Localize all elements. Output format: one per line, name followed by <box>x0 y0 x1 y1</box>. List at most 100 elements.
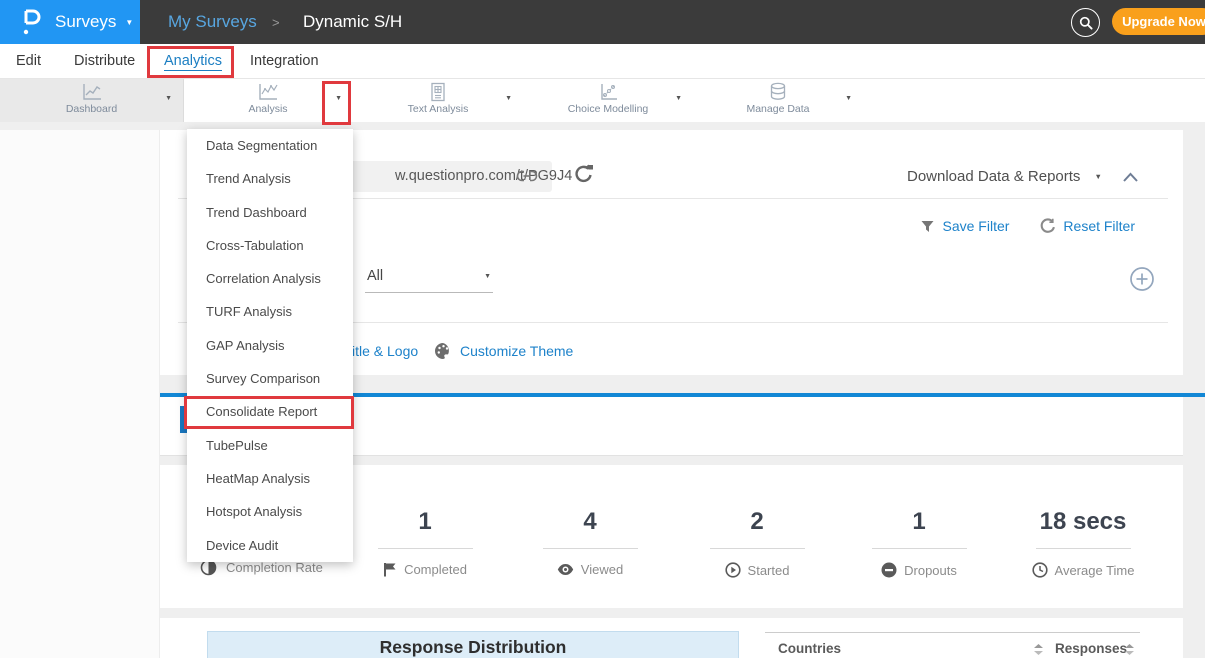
divider <box>543 548 638 549</box>
left-gutter <box>0 130 160 658</box>
stat-average-time-label: Average Time <box>1055 563 1135 578</box>
stat-dropouts-value: 1 <box>849 507 989 537</box>
reset-filter-button[interactable]: Reset Filter <box>1039 218 1135 234</box>
breadcrumb-separator: > <box>272 0 280 44</box>
divider <box>378 548 473 549</box>
menu-item-turf-analysis[interactable]: TURF Analysis <box>187 295 353 328</box>
surveys-product-switcher[interactable]: Surveys ▼ <box>0 0 140 44</box>
upgrade-now-button[interactable]: Upgrade Now <box>1112 8 1205 35</box>
reset-icon <box>1039 218 1055 234</box>
menu-item-data-segmentation[interactable]: Data Segmentation <box>187 129 353 162</box>
toolbar-text-analysis-label: Text Analysis <box>353 103 523 115</box>
toolbar-analysis[interactable]: Analysis ▼ <box>183 79 353 122</box>
palette-icon <box>434 342 453 360</box>
response-distribution-header: Response Distribution <box>207 631 739 658</box>
edit-title-logo-link[interactable]: itle & Logo <box>352 343 418 359</box>
download-data-reports-label: Download Data & Reports <box>907 168 1080 185</box>
stat-completed-label: Completed <box>404 562 467 577</box>
menu-item-cross-tabulation[interactable]: Cross-Tabulation <box>187 229 353 262</box>
tab-analytics[interactable]: Analytics <box>164 53 222 71</box>
chevron-down-icon: ▼ <box>125 18 133 27</box>
play-circle-icon <box>725 562 741 578</box>
chevron-down-icon[interactable]: ▼ <box>845 95 852 102</box>
chevron-down-icon: ▼ <box>484 273 491 280</box>
stat-dropouts-label: Dropouts <box>904 563 957 578</box>
completion-rate-label: Completion Rate <box>226 560 323 575</box>
stat-started-label: Started <box>748 563 790 578</box>
eye-icon <box>557 563 574 576</box>
toolbar-manage-data[interactable]: Manage Data ▼ <box>693 79 863 122</box>
responses-column-header[interactable]: Responses <box>1055 641 1127 656</box>
menu-item-heatmap-analysis[interactable]: HeatMap Analysis <box>187 462 353 495</box>
stat-viewed: 4 Viewed <box>520 507 660 577</box>
toolbar-choice-modelling[interactable]: Choice Modelling ▼ <box>523 79 693 122</box>
stat-started: 2 Started <box>687 507 827 578</box>
survey-url-text: w.questionpro.com/t/PG9J4 <box>395 168 572 184</box>
chevron-down-icon[interactable]: ▼ <box>505 95 512 102</box>
link-icon[interactable] <box>516 169 538 183</box>
add-filter-icon[interactable] <box>1129 266 1155 292</box>
segment-select-value: All <box>367 268 383 284</box>
stat-average-time-value: 18 secs <box>1013 507 1153 537</box>
breadcrumb-my-surveys[interactable]: My Surveys <box>168 0 257 44</box>
toolbar-dashboard[interactable]: Dashboard ▼ <box>0 79 184 122</box>
menu-item-tubepulse[interactable]: TubePulse <box>187 429 353 462</box>
stat-average-time: 18 secs Average Time <box>1013 507 1153 578</box>
menu-item-trend-dashboard[interactable]: Trend Dashboard <box>187 196 353 229</box>
collapse-panel-icon[interactable] <box>1122 172 1139 183</box>
dashboard-chart-icon <box>80 82 104 102</box>
questionpro-analytics-page: Surveys ▼ My Surveys > Dynamic S/H Upgra… <box>0 0 1205 658</box>
menu-item-correlation-analysis[interactable]: Correlation Analysis <box>187 262 353 295</box>
menu-item-hotspot-analysis[interactable]: Hotspot Analysis <box>187 495 353 528</box>
menu-item-consolidate-report[interactable]: Consolidate Report <box>187 395 353 428</box>
menu-item-survey-comparison[interactable]: Survey Comparison <box>187 362 353 395</box>
social-share-icon[interactable] <box>573 163 595 185</box>
divider <box>872 548 967 549</box>
analysis-chart-icon <box>256 82 280 102</box>
save-filter-button[interactable]: Save Filter <box>920 218 1010 234</box>
clock-icon <box>1032 562 1048 578</box>
questionpro-logo-icon <box>20 7 42 37</box>
flag-icon <box>383 562 397 577</box>
download-data-reports-dropdown[interactable]: Download Data & Reports ▼ <box>907 168 1102 185</box>
minus-circle-icon <box>881 562 897 578</box>
toolbar-choice-modelling-label: Choice Modelling <box>523 103 693 115</box>
save-filter-label: Save Filter <box>943 218 1010 234</box>
tab-edit[interactable]: Edit <box>16 53 41 69</box>
text-analysis-icon <box>428 82 448 102</box>
search-icon <box>1079 16 1093 30</box>
analysis-dropdown-caret[interactable]: ▼ <box>335 95 342 102</box>
search-button[interactable] <box>1071 8 1100 37</box>
manage-data-icon <box>767 82 789 102</box>
divider <box>1036 548 1131 549</box>
stat-completed-value: 1 <box>355 507 495 537</box>
stat-started-value: 2 <box>687 507 827 537</box>
toolbar-text-analysis[interactable]: Text Analysis ▼ <box>353 79 523 122</box>
toolbar-analysis-label: Analysis <box>183 103 353 115</box>
chevron-down-icon[interactable]: ▼ <box>165 95 172 102</box>
menu-item-trend-analysis[interactable]: Trend Analysis <box>187 162 353 195</box>
filter-actions: Save Filter Reset Filter <box>920 218 1136 234</box>
tab-distribute[interactable]: Distribute <box>74 53 135 69</box>
menu-item-device-audit[interactable]: Device Audit <box>187 529 353 562</box>
menu-item-gap-analysis[interactable]: GAP Analysis <box>187 329 353 362</box>
top-bar: Surveys ▼ My Surveys > Dynamic S/H Upgra… <box>0 0 1205 44</box>
tab-integration[interactable]: Integration <box>250 53 319 69</box>
chevron-down-icon[interactable]: ▼ <box>675 95 682 102</box>
stat-dropouts: 1 Dropouts <box>849 507 989 578</box>
segment-select[interactable]: All ▼ <box>365 265 493 293</box>
survey-section-nav: Edit Distribute Analytics Integration <box>0 44 1205 79</box>
stat-viewed-label: Viewed <box>581 562 623 577</box>
results-section: Response Distribution Countries Response… <box>160 618 1183 658</box>
analytics-toolbar: Dashboard ▼ Analysis ▼ Text Analysis ▼ <box>0 79 1205 122</box>
choice-modelling-icon <box>596 82 620 102</box>
countries-column-header[interactable]: Countries <box>778 641 841 656</box>
stat-completed: 1 Completed <box>355 507 495 577</box>
toolbar-dashboard-label: Dashboard <box>0 103 183 115</box>
funnel-icon <box>920 219 935 234</box>
stat-viewed-value: 4 <box>520 507 660 537</box>
sort-icon[interactable] <box>1125 644 1134 655</box>
sort-icon[interactable] <box>1034 644 1043 655</box>
customize-theme-link[interactable]: Customize Theme <box>460 343 573 359</box>
toolbar-manage-data-label: Manage Data <box>693 103 863 115</box>
